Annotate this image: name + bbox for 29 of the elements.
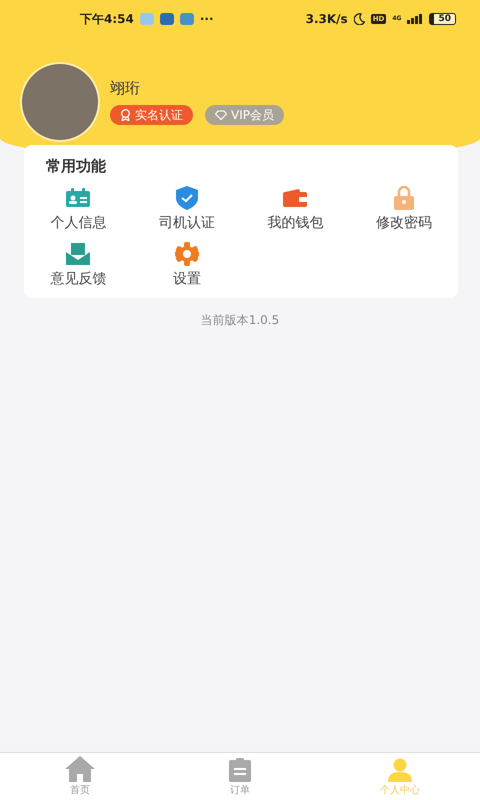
shield-check-icon <box>176 186 198 210</box>
network-speed: 3.3K/s <box>306 12 348 26</box>
id-card-icon <box>66 188 90 208</box>
version-text: 当前版本1.0.5 <box>200 313 280 327</box>
signal-icon <box>407 14 424 24</box>
app-notification-icon <box>180 13 194 25</box>
function-button[interactable]: 修改密码 <box>376 186 432 232</box>
function-button[interactable]: 个人信息 <box>50 186 106 232</box>
user-name: 翊珩 <box>110 79 141 98</box>
battery-level: 50 <box>429 13 456 25</box>
envelope-icon <box>66 243 90 265</box>
section-title: 常用功能 <box>46 157 107 176</box>
function-button[interactable]: 意见反馈 <box>50 242 106 288</box>
person-icon <box>388 758 412 782</box>
function-button[interactable]: 我的钱包 <box>267 186 324 232</box>
diamond-icon <box>215 110 227 120</box>
home-icon <box>65 756 95 782</box>
function-button[interactable]: 设置 <box>172 242 201 288</box>
ribbon-icon <box>120 109 131 121</box>
status-time: 下午4:54 <box>80 10 134 28</box>
moon-icon <box>354 13 365 25</box>
more-notifications: ··· <box>200 12 214 26</box>
lock-icon <box>394 186 414 210</box>
app-notification-icon <box>140 13 154 25</box>
clipboard-icon <box>229 758 251 782</box>
function-button[interactable]: 司机认证 <box>158 186 215 232</box>
wallet-icon <box>283 189 308 207</box>
app-notification-icon <box>160 13 174 25</box>
gear-icon <box>174 242 199 266</box>
